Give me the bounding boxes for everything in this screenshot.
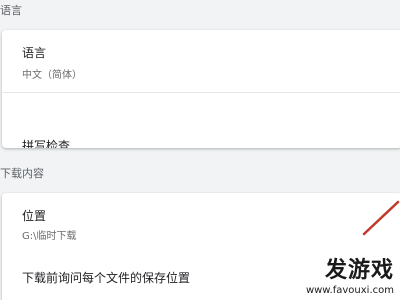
downloads-section-title: 下载内容 bbox=[0, 167, 44, 180]
language-value: 中文（简体） bbox=[22, 70, 82, 81]
download-location-label: 位置 bbox=[22, 209, 47, 223]
spellcheck-setting-row[interactable]: 拼写检查 bbox=[2, 93, 400, 148]
settings-page: 语言 语言 中文（简体） 拼写检查 下载内容 位置 G:\临时下载 下载前询问每… bbox=[0, 0, 400, 300]
language-card: 语言 中文（简体） 拼写检查 bbox=[2, 30, 400, 148]
ask-save-location-label: 下载前询问每个文件的保存位置 bbox=[22, 271, 191, 285]
red-annotation-line bbox=[362, 200, 400, 236]
download-location-row[interactable]: 位置 G:\临时下载 bbox=[2, 193, 400, 253]
download-location-value: G:\临时下载 bbox=[22, 231, 77, 242]
language-section-title: 语言 bbox=[0, 4, 22, 17]
language-setting-row[interactable]: 语言 中文（简体） bbox=[2, 30, 400, 92]
spellcheck-label: 拼写检查 bbox=[22, 139, 71, 148]
watermark-url-text: www.favouxi.com bbox=[305, 285, 394, 296]
language-label: 语言 bbox=[22, 46, 47, 60]
watermark-brand-text: 发游戏 bbox=[324, 258, 394, 283]
site-watermark: 发游戏 www.favouxi.com bbox=[254, 252, 394, 296]
